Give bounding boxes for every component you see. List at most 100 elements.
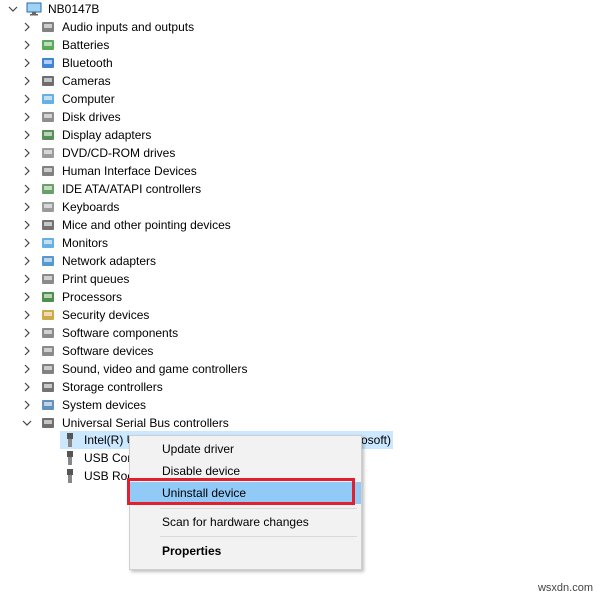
tree-category[interactable]: Network adapters	[20, 252, 156, 270]
tree-category[interactable]: Human Interface Devices	[20, 162, 197, 180]
menu-separator	[160, 508, 357, 509]
monitor-icon	[40, 91, 56, 107]
sound-icon	[40, 361, 56, 377]
tree-category-label: Audio inputs and outputs	[62, 20, 195, 34]
tree-category-label: Network adapters	[62, 254, 157, 268]
chevron-right-icon[interactable]	[20, 126, 34, 144]
usb-icon	[40, 415, 56, 431]
tree-category-label: Universal Serial Bus controllers	[62, 416, 229, 430]
battery-icon	[40, 37, 56, 53]
tree-category[interactable]: Universal Serial Bus controllers	[20, 414, 229, 432]
chevron-down-icon[interactable]	[6, 0, 20, 18]
tree-category[interactable]: DVD/CD-ROM drives	[20, 144, 175, 162]
ide-controller-icon	[40, 181, 56, 197]
chevron-right-icon[interactable]	[20, 198, 34, 216]
tree-root[interactable]: NB0147B	[6, 0, 99, 18]
security-key-icon	[40, 307, 56, 323]
chevron-right-icon[interactable]	[20, 324, 34, 342]
menu-item-properties[interactable]: Properties	[130, 540, 361, 562]
mouse-icon	[40, 217, 56, 233]
menu-separator	[160, 536, 357, 537]
software-device-icon	[40, 343, 56, 359]
display-adapter-icon	[40, 127, 56, 143]
system-device-icon	[40, 397, 56, 413]
tree-category[interactable]: Storage controllers	[20, 378, 163, 396]
usb-plug-icon	[62, 450, 78, 466]
chevron-right-icon[interactable]	[20, 54, 34, 72]
computer-icon	[26, 1, 42, 17]
tree-category-label: Software devices	[62, 344, 154, 358]
chevron-right-icon[interactable]	[20, 72, 34, 90]
tree-category[interactable]: Print queues	[20, 270, 129, 288]
processor-icon	[40, 289, 56, 305]
chevron-right-icon[interactable]	[20, 180, 34, 198]
chevron-right-icon[interactable]	[20, 252, 34, 270]
usb-child-label: Intel(R) U	[84, 433, 136, 447]
chevron-down-icon[interactable]	[20, 414, 34, 432]
tree-category-label: Storage controllers	[62, 380, 163, 394]
tree-category[interactable]: IDE ATA/ATAPI controllers	[20, 180, 201, 198]
chevron-right-icon[interactable]	[20, 108, 34, 126]
menu-item-uninstall-device[interactable]: Uninstall device	[130, 482, 361, 504]
tree-category[interactable]: Sound, video and game controllers	[20, 360, 247, 378]
tree-category-label: Security devices	[62, 308, 150, 322]
chevron-right-icon[interactable]	[20, 306, 34, 324]
chevron-right-icon[interactable]	[20, 396, 34, 414]
chevron-right-icon[interactable]	[20, 234, 34, 252]
menu-item-disable-device[interactable]: Disable device	[130, 460, 361, 482]
chevron-right-icon[interactable]	[20, 144, 34, 162]
tree-category[interactable]: Software components	[20, 324, 178, 342]
tree-category[interactable]: Security devices	[20, 306, 149, 324]
tree-category[interactable]: Mice and other pointing devices	[20, 216, 231, 234]
tree-category[interactable]: Monitors	[20, 234, 108, 252]
chevron-right-icon[interactable]	[20, 288, 34, 306]
usb-child-label-suffix: osoft)	[361, 433, 392, 447]
dvd-drive-icon	[40, 145, 56, 161]
storage-controller-icon	[40, 379, 56, 395]
tree-category-label: Mice and other pointing devices	[62, 218, 231, 232]
usb-child-composite[interactable]: USB Com	[60, 449, 137, 467]
chevron-right-icon[interactable]	[20, 90, 34, 108]
tree-category[interactable]: Batteries	[20, 36, 109, 54]
chevron-right-icon[interactable]	[20, 162, 34, 180]
tree-category[interactable]: Bluetooth	[20, 54, 113, 72]
menu-item-update-driver[interactable]: Update driver	[130, 438, 361, 460]
chevron-right-icon[interactable]	[20, 18, 34, 36]
tree-category-label: Software components	[62, 326, 179, 340]
tree-category-label: Disk drives	[62, 110, 121, 124]
tree-category[interactable]: Disk drives	[20, 108, 121, 126]
tree-category[interactable]: Software devices	[20, 342, 153, 360]
usb-child-root-hub[interactable]: USB Root	[60, 467, 137, 485]
chevron-right-icon[interactable]	[20, 378, 34, 396]
chevron-right-icon[interactable]	[20, 270, 34, 288]
chevron-right-icon[interactable]	[20, 216, 34, 234]
tree-category-label: Computer	[62, 92, 115, 106]
tree-category-label: Cameras	[62, 74, 111, 88]
tree-category-label: Batteries	[62, 38, 110, 52]
tree-category[interactable]: Cameras	[20, 72, 111, 90]
chevron-right-icon[interactable]	[20, 342, 34, 360]
tree-category-label: IDE ATA/ATAPI controllers	[62, 182, 202, 196]
printer-icon	[40, 271, 56, 287]
bluetooth-icon	[40, 55, 56, 71]
tree-category-label: Keyboards	[62, 200, 120, 214]
tree-category-label: DVD/CD-ROM drives	[62, 146, 176, 160]
camera-icon	[40, 73, 56, 89]
tree-category[interactable]: Audio inputs and outputs	[20, 18, 194, 36]
tree-category-label: Processors	[62, 290, 123, 304]
chevron-right-icon[interactable]	[20, 36, 34, 54]
tree-category[interactable]: Display adapters	[20, 126, 151, 144]
tree-category[interactable]: Computer	[20, 90, 115, 108]
tree-category[interactable]: Keyboards	[20, 198, 119, 216]
tree-category-label: Display adapters	[62, 128, 152, 142]
chevron-right-icon[interactable]	[20, 360, 34, 378]
network-adapter-icon	[40, 253, 56, 269]
watermark-text: wsxdn.com	[537, 582, 593, 594]
tree-category[interactable]: Processors	[20, 288, 122, 306]
usb-plug-icon	[62, 432, 78, 448]
keyboard-icon	[40, 199, 56, 215]
menu-item-scan-hardware[interactable]: Scan for hardware changes	[130, 511, 361, 533]
disk-drive-icon	[40, 109, 56, 125]
tree-category[interactable]: System devices	[20, 396, 146, 414]
tree-category-label: Human Interface Devices	[62, 164, 197, 178]
